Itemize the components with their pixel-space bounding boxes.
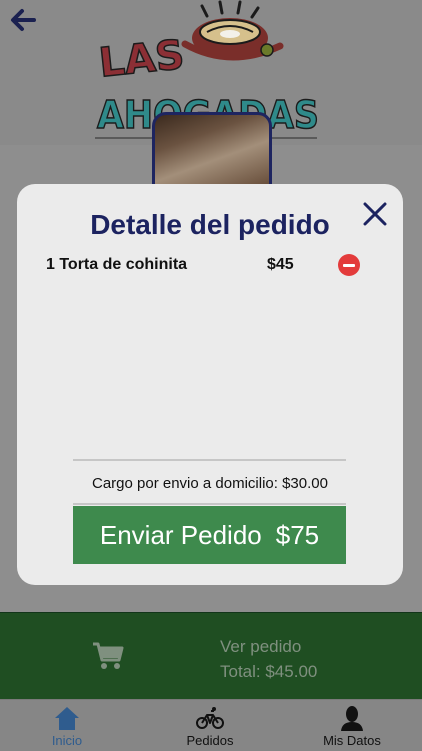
divider <box>73 459 346 461</box>
tab-label: Inicio <box>51 733 83 748</box>
cart-summary[interactable]: Ver pedido Total: $45.00 <box>220 634 317 684</box>
view-order-label: Ver pedido <box>220 637 302 656</box>
cart-icon <box>93 642 124 669</box>
order-detail-modal: Detalle del pedido 1 Torta de cohinita $… <box>17 184 403 585</box>
tab-pedidos[interactable]: Pedidos <box>172 700 248 751</box>
home-icon <box>55 707 79 730</box>
send-button-label: Enviar Pedido <box>99 519 262 550</box>
modal-title: Detalle del pedido <box>90 209 330 240</box>
view-order-bar[interactable] <box>0 612 422 700</box>
item-name: 1 Torta de cohinita <box>46 256 188 273</box>
order-item-row: 1 Torta de cohinita $45 <box>46 254 376 280</box>
close-icon[interactable] <box>360 199 390 229</box>
item-price: $45 <box>267 256 294 273</box>
send-order-button[interactable]: Enviar Pedido $75 <box>73 506 346 564</box>
tab-mis-datos[interactable]: Mis Datos <box>312 700 392 751</box>
cart-total: Total: $45.00 <box>220 662 318 681</box>
tab-label: Pedidos <box>186 733 234 748</box>
divider <box>73 503 346 505</box>
shipping-charge: Cargo por envio a domicilio: $30.00 <box>92 475 328 492</box>
bottom-tab-bar: Inicio Pedidos Mis Datos <box>0 699 422 751</box>
send-button-total: $75 <box>275 519 320 550</box>
remove-icon[interactable] <box>338 254 360 276</box>
bicycle-icon <box>196 707 224 729</box>
tab-inicio[interactable]: Inicio <box>37 700 97 751</box>
logo-text-las: LAS <box>97 32 187 87</box>
user-icon <box>341 706 363 731</box>
tab-label: Mis Datos <box>323 733 381 748</box>
arrow-left-icon[interactable] <box>8 6 38 34</box>
